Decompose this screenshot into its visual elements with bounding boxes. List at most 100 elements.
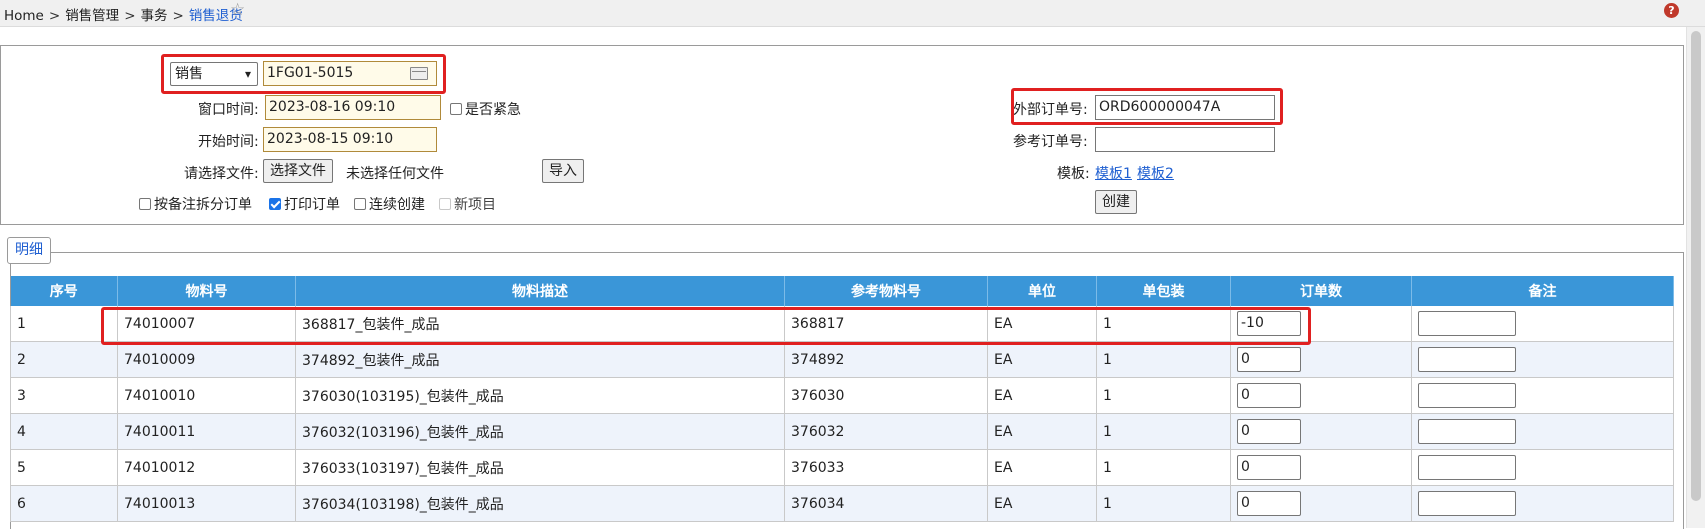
order-qty-input[interactable]: 0: [1237, 491, 1301, 516]
help-icon[interactable]: ?: [1664, 3, 1679, 18]
urgent-checkbox-box[interactable]: [450, 103, 462, 115]
breadcrumb: Home > 销售管理 > 事务 > 销售退货: [4, 4, 243, 24]
window-time-input[interactable]: 2023-08-16 09:10: [265, 95, 441, 120]
cell-pack: 1: [1096, 377, 1231, 414]
print-order-checkbox[interactable]: 打印订单: [269, 194, 340, 214]
top-bar: Home > 销售管理 > 事务 > 销售退货 ☆ ?: [0, 0, 1705, 27]
cell-no: 4: [10, 413, 118, 450]
cell-ref-material: 376030: [784, 377, 988, 414]
cell-pack: 1: [1096, 449, 1231, 486]
column-header-ref-material[interactable]: 参考物料号: [784, 276, 988, 306]
cell-no: 3: [10, 377, 118, 414]
note-input[interactable]: [1418, 491, 1516, 516]
cell-material: 74010011: [117, 413, 296, 450]
note-input[interactable]: [1418, 419, 1516, 444]
cell-note: [1411, 413, 1674, 450]
split-by-note-label: 按备注拆分订单: [154, 197, 252, 213]
detail-legend-tab[interactable]: 明细: [7, 237, 51, 264]
cell-order-qty: 0: [1230, 413, 1412, 450]
file-status-text: 未选择任何文件: [346, 166, 444, 182]
cell-no: 5: [10, 449, 118, 486]
reference-order-input[interactable]: [1095, 127, 1275, 152]
continuous-create-label: 连续创建: [369, 197, 425, 213]
breadcrumb-separator: >: [172, 8, 184, 24]
choose-file-button[interactable]: 选择文件: [263, 159, 333, 183]
note-input[interactable]: [1418, 455, 1516, 480]
cell-material: 74010009: [117, 341, 296, 378]
breadcrumb-home[interactable]: Home: [4, 8, 44, 24]
window-time-label: 窗口时间:: [198, 102, 259, 118]
column-header-order-qty[interactable]: 订单数: [1230, 276, 1412, 306]
cell-ref-material: 376032: [784, 413, 988, 450]
order-qty-input[interactable]: 0: [1237, 383, 1301, 408]
template-2-link[interactable]: 模板2: [1137, 163, 1174, 183]
cell-description: 376032(103196)_包装件_成品: [295, 413, 785, 450]
template-1-link[interactable]: 模板1: [1095, 163, 1132, 183]
cell-unit: EA: [987, 449, 1097, 486]
scrollbar-thumb[interactable]: [1691, 31, 1701, 501]
table-header-row: 序号 物料号 物料描述 参考物料号 单位 单包装 订单数 备注: [10, 276, 1674, 306]
column-header-description[interactable]: 物料描述: [295, 276, 785, 306]
print-order-label: 打印订单: [284, 197, 340, 213]
table-row: 4 74010011 376032(103196)_包装件_成品 376032 …: [10, 413, 1674, 450]
note-input[interactable]: [1418, 311, 1516, 336]
cell-no: 6: [10, 485, 118, 522]
order-qty-input[interactable]: 0: [1237, 347, 1301, 372]
new-project-label: 新项目: [454, 197, 496, 213]
new-project-checkbox-box: [439, 198, 451, 210]
column-header-unit[interactable]: 单位: [987, 276, 1097, 306]
cell-pack: 1: [1096, 341, 1231, 378]
cell-pack: 1: [1096, 413, 1231, 450]
vertical-scrollbar[interactable]: [1686, 27, 1705, 528]
cell-pack: 1: [1096, 485, 1231, 522]
print-order-checkbox-box[interactable]: [269, 198, 281, 210]
column-header-no[interactable]: 序号: [10, 276, 118, 306]
breadcrumb-transactions[interactable]: 事务: [141, 8, 168, 24]
start-time-label: 开始时间:: [198, 134, 259, 150]
urgent-label: 是否紧急: [465, 102, 521, 118]
import-button[interactable]: 导入: [542, 159, 584, 183]
highlight-box-customer: [161, 54, 446, 94]
cell-unit: EA: [987, 377, 1097, 414]
reference-order-label: 参考订单号:: [1013, 134, 1088, 150]
cell-description: 376030(103195)_包装件_成品: [295, 377, 785, 414]
note-input[interactable]: [1418, 383, 1516, 408]
table-row: 2 74010009 374892_包装件_成品 374892 EA 1 0: [10, 341, 1674, 378]
new-project-checkbox: 新项目: [439, 194, 496, 214]
start-time-input[interactable]: 2023-08-15 09:10: [263, 127, 437, 152]
file-label: 请选择文件:: [184, 166, 259, 182]
urgent-checkbox[interactable]: 是否紧急: [450, 99, 521, 119]
column-header-material[interactable]: 物料号: [117, 276, 296, 306]
order-qty-input[interactable]: 0: [1237, 455, 1301, 480]
cell-order-qty: 0: [1230, 377, 1412, 414]
order-qty-input[interactable]: 0: [1237, 419, 1301, 444]
table-row: 3 74010010 376030(103195)_包装件_成品 376030 …: [10, 377, 1674, 414]
favorite-star-icon[interactable]: ☆: [230, 0, 245, 20]
cell-order-qty: 0: [1230, 449, 1412, 486]
cell-ref-material: 376033: [784, 449, 988, 486]
continuous-create-checkbox-box[interactable]: [354, 198, 366, 210]
breadcrumb-sales-management[interactable]: 销售管理: [65, 8, 119, 24]
cell-note: [1411, 341, 1674, 378]
note-input[interactable]: [1418, 347, 1516, 372]
cell-ref-material: 376034: [784, 485, 988, 522]
cell-description: 376034(103198)_包装件_成品: [295, 485, 785, 522]
column-header-note[interactable]: 备注: [1411, 276, 1674, 306]
cell-unit: EA: [987, 413, 1097, 450]
continuous-create-checkbox[interactable]: 连续创建: [354, 194, 425, 214]
split-by-note-checkbox[interactable]: 按备注拆分订单: [139, 194, 252, 214]
cell-material: 74010013: [117, 485, 296, 522]
cell-note: [1411, 377, 1674, 414]
cell-description: 376033(103197)_包装件_成品: [295, 449, 785, 486]
create-button[interactable]: 创建: [1095, 190, 1137, 214]
cell-note: [1411, 449, 1674, 486]
cell-unit: EA: [987, 341, 1097, 378]
column-header-pack[interactable]: 单包装: [1096, 276, 1231, 306]
cell-unit: EA: [987, 485, 1097, 522]
split-by-note-checkbox-box[interactable]: [139, 198, 151, 210]
table-row: 6 74010013 376034(103198)_包装件_成品 376034 …: [10, 485, 1674, 522]
cell-order-qty: 0: [1230, 341, 1412, 378]
cell-ref-material: 374892: [784, 341, 988, 378]
start-time-value: 2023-08-15 09:10: [267, 131, 394, 147]
highlight-box-first-row: [101, 307, 1311, 345]
